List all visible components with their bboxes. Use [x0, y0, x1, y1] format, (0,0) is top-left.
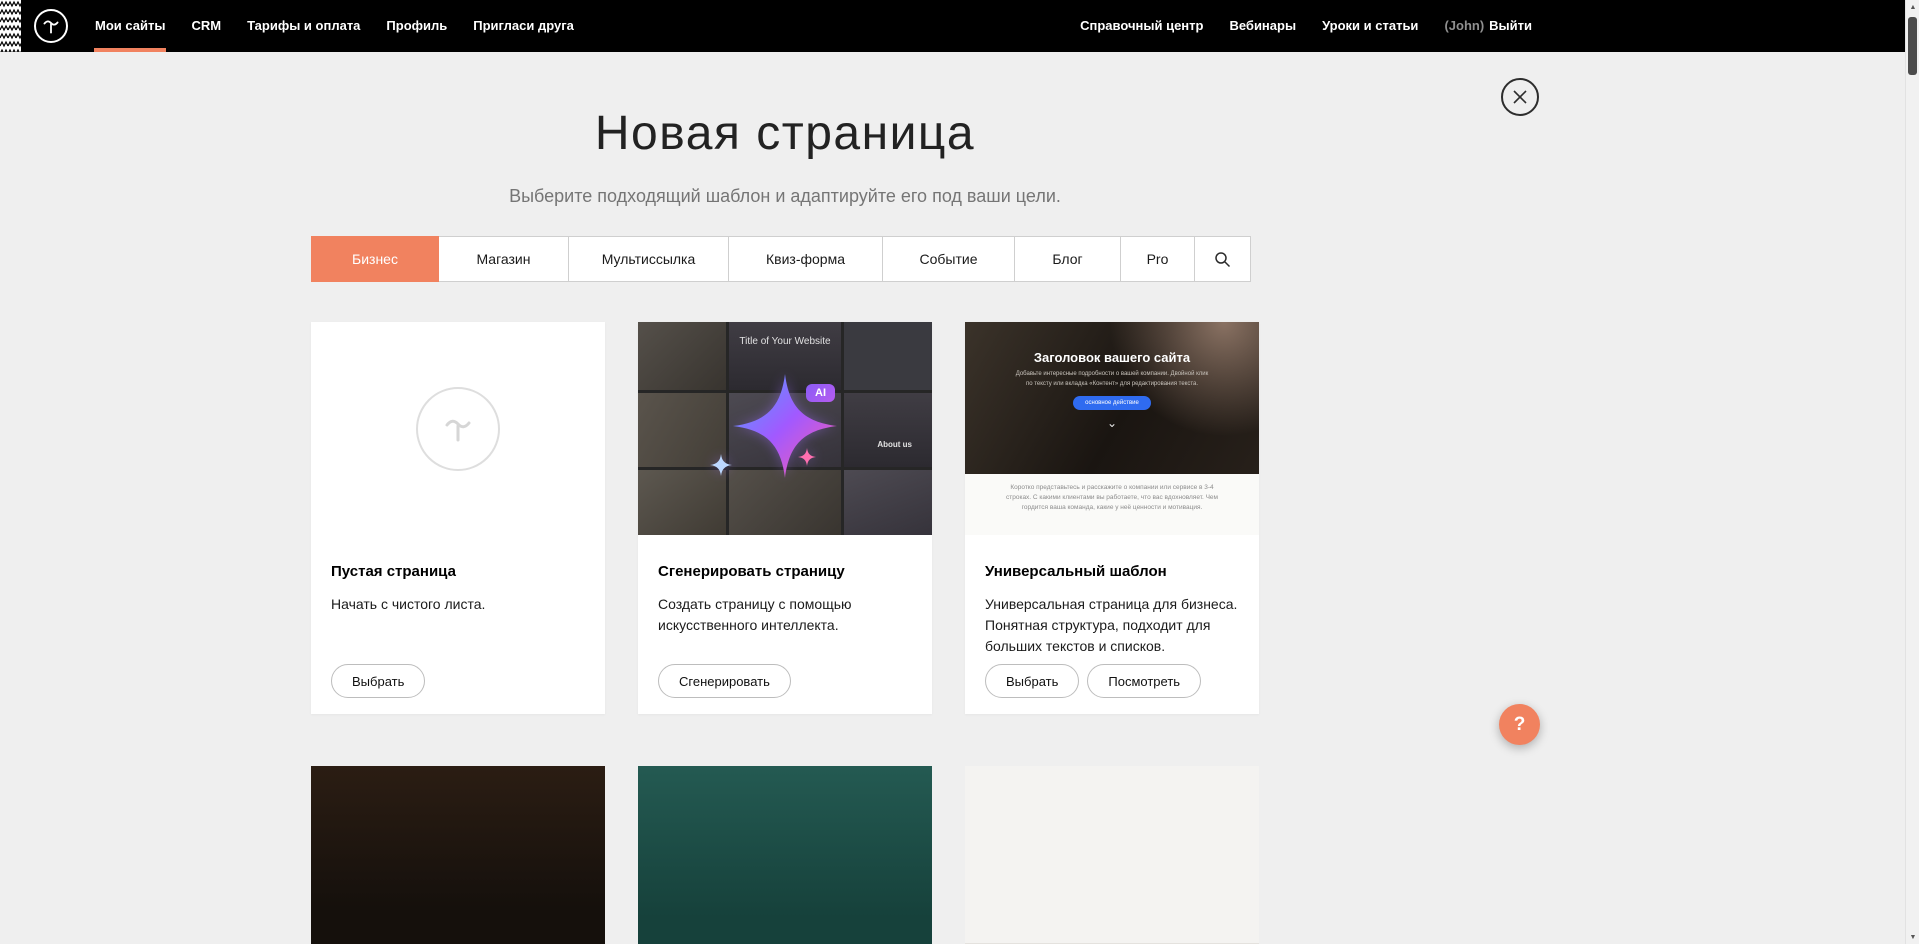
nav-webinars[interactable]: Вебинары: [1216, 0, 1309, 52]
tilda-logo[interactable]: [34, 9, 68, 43]
page-subtitle: Выберите подходящий шаблон и адаптируйте…: [311, 186, 1259, 207]
blank-page-preview: [311, 322, 605, 535]
nav-crm[interactable]: CRM: [178, 0, 234, 52]
tab-multilink[interactable]: Мультиссылка: [568, 236, 729, 282]
card-actions: Выбрать: [331, 664, 585, 698]
ai-generate-preview: Title of Your Website About us: [638, 322, 932, 535]
card-description: Начать с чистого листа.: [331, 594, 585, 615]
template-category-tabs: Бизнес Магазин Мультиссылка Квиз-форма С…: [311, 236, 1257, 282]
tab-blog[interactable]: Блог: [1014, 236, 1121, 282]
preview-about-text: Коротко представьтесь и расскажите о ком…: [1006, 483, 1218, 535]
help-button[interactable]: ?: [1499, 704, 1540, 745]
tab-event[interactable]: Событие: [882, 236, 1015, 282]
collage-tile: [729, 470, 841, 535]
tilda-zigzag-pattern: [0, 0, 21, 52]
preview-hero-title: Заголовок вашего сайта: [1034, 350, 1190, 365]
universal-template-preview: Заголовок вашего сайта Добавьте интересн…: [965, 322, 1259, 535]
nav-pricing[interactable]: Тарифы и оплата: [234, 0, 373, 52]
secondary-nav: Справочный центр Вебинары Уроки и статьи…: [1067, 0, 1545, 52]
scrollbar[interactable]: ▲ ▼: [1905, 0, 1919, 944]
universal-preview-button[interactable]: Посмотреть: [1087, 664, 1201, 698]
collage-tile: [638, 470, 726, 535]
card-title: Универсальный шаблон: [985, 563, 1239, 580]
nav-help-center[interactable]: Справочный центр: [1067, 0, 1216, 52]
search-icon: [1214, 251, 1231, 268]
nav-logout[interactable]: (John) Выйти: [1431, 0, 1545, 52]
nav-invite-friend[interactable]: Пригласи друга: [460, 0, 587, 52]
small-sparkle-icon: [798, 448, 816, 466]
top-navbar: Мои сайты CRM Тарифы и оплата Профиль Пр…: [0, 0, 1919, 52]
card-description: Создать страницу с помощью искусственног…: [658, 594, 912, 636]
preview-hero-section: Заголовок вашего сайта Добавьте интересн…: [965, 322, 1259, 474]
collage-tile: [844, 470, 932, 535]
card-actions: Сгенерировать: [658, 664, 912, 698]
tab-quiz-form[interactable]: Квиз-форма: [728, 236, 883, 282]
template-card-blank[interactable]: Пустая страница Начать с чистого листа. …: [311, 322, 605, 714]
universal-select-button[interactable]: Выбрать: [985, 664, 1079, 698]
collage-tile: [844, 322, 932, 390]
collage-tile: [844, 393, 932, 467]
tab-business[interactable]: Бизнес: [311, 236, 439, 282]
main-nav: Мои сайты CRM Тарифы и оплата Профиль Пр…: [82, 0, 587, 52]
tab-pro[interactable]: Pro: [1120, 236, 1195, 282]
tab-shop[interactable]: Магазин: [438, 236, 569, 282]
card-actions: Выбрать Посмотреть: [985, 664, 1239, 698]
preview-site-title: Title of Your Website: [638, 336, 932, 347]
template-cards-row-partial: [311, 766, 1259, 944]
close-button[interactable]: [1501, 78, 1539, 116]
template-card-ai-generate[interactable]: Title of Your Website About us: [638, 322, 932, 714]
card-body: Сгенерировать страницу Создать страницу …: [638, 535, 932, 714]
scroll-down-icon[interactable]: ▼: [1906, 930, 1919, 944]
tab-search[interactable]: [1194, 236, 1251, 282]
scrollbar-thumb[interactable]: [1908, 17, 1917, 75]
template-card-universal[interactable]: Заголовок вашего сайта Добавьте интересн…: [965, 322, 1259, 714]
small-sparkle-icon: [710, 454, 732, 476]
chevron-down-icon: ⌄: [1107, 419, 1117, 427]
template-card-partial[interactable]: [965, 766, 1259, 944]
card-title: Пустая страница: [331, 563, 585, 580]
template-card-partial[interactable]: [311, 766, 605, 944]
preview-hero-button: основное действие: [1073, 396, 1151, 410]
card-body: Пустая страница Начать с чистого листа. …: [311, 535, 605, 714]
page-title: Новая страница: [311, 106, 1259, 161]
preview-about-section: Коротко представьтесь и расскажите о ком…: [965, 474, 1259, 535]
preview-hero-text: Добавьте интересные подробности о вашей …: [1012, 370, 1212, 389]
tilde-icon: [39, 14, 63, 38]
template-card-partial[interactable]: [638, 766, 932, 944]
close-icon: [1513, 90, 1527, 104]
ai-generate-button[interactable]: Сгенерировать: [658, 664, 791, 698]
card-description: Универсальная страница для бизнеса. Поня…: [985, 594, 1239, 657]
scroll-up-icon[interactable]: ▲: [1906, 0, 1919, 14]
user-name: (John): [1444, 18, 1484, 33]
template-cards-row: Пустая страница Начать с чистого листа. …: [311, 322, 1259, 714]
nav-profile[interactable]: Профиль: [373, 0, 460, 52]
card-body: Универсальный шаблон Универсальная стран…: [965, 535, 1259, 714]
ai-badge: AI: [806, 384, 835, 402]
nav-tutorials[interactable]: Уроки и статьи: [1309, 0, 1431, 52]
blank-select-button[interactable]: Выбрать: [331, 664, 425, 698]
card-title: Сгенерировать страницу: [658, 563, 912, 580]
nav-my-sites[interactable]: Мои сайты: [82, 0, 178, 52]
collage-tile: [638, 322, 726, 390]
new-page-dialog: Новая страница Выберите подходящий шабло…: [0, 52, 1919, 944]
logout-label: Выйти: [1489, 18, 1532, 33]
preview-about-label: About us: [877, 440, 912, 449]
tilda-watermark-icon: [416, 387, 500, 471]
